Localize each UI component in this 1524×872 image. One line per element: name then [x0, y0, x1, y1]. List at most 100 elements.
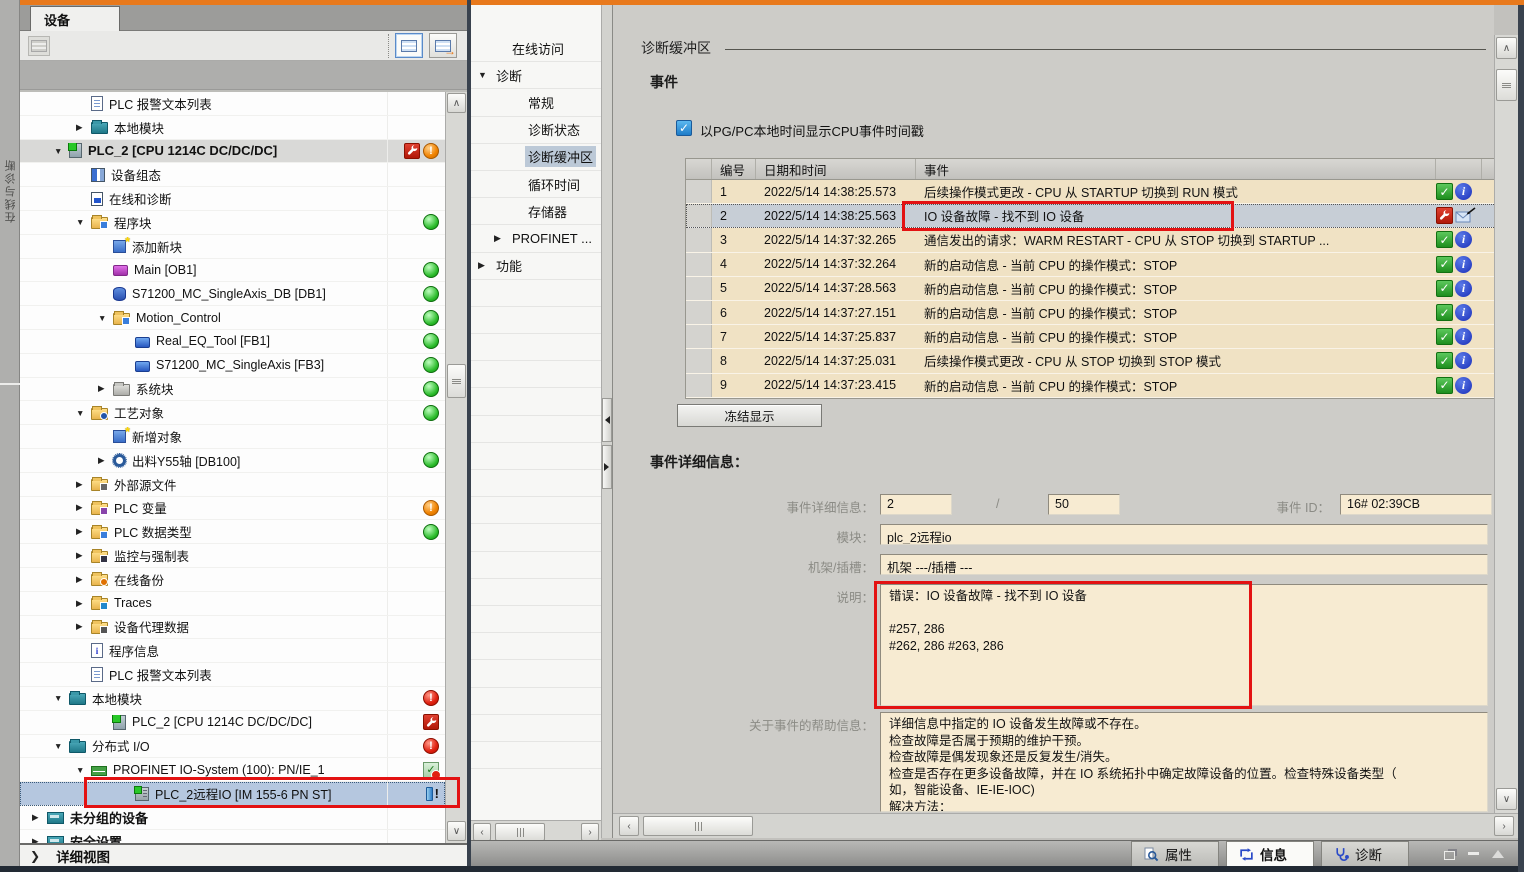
- online-diagnostics-vertical-tab[interactable]: 在线与诊断: [3, 158, 19, 223]
- scroll-up-icon[interactable]: ∧: [1496, 37, 1517, 59]
- chevron-expanded-icon[interactable]: ▼: [76, 408, 91, 418]
- tree-item[interactable]: ▼本地模块!: [20, 687, 445, 711]
- scroll-down-icon[interactable]: ∨: [447, 821, 466, 841]
- tree-item[interactable]: 设备组态: [20, 163, 445, 187]
- tree-item[interactable]: Real_EQ_Tool [FB1]: [20, 330, 445, 354]
- restore-window-icon[interactable]: [1444, 851, 1455, 860]
- tree-item[interactable]: ▶本地模块: [20, 116, 445, 140]
- tree-item[interactable]: PLC_2 [CPU 1214C DC/DC/DC]: [20, 711, 445, 735]
- scroll-down-icon[interactable]: ∨: [1496, 788, 1517, 810]
- nav-item[interactable]: 常规: [471, 89, 601, 116]
- chevron-collapsed-icon[interactable]: ▶: [76, 479, 91, 490]
- event-info-icon[interactable]: i: [1455, 256, 1472, 273]
- row-handle[interactable]: [686, 374, 712, 397]
- tree-item[interactable]: 在线和诊断: [20, 187, 445, 211]
- chevron-collapsed-icon[interactable]: ▶: [76, 526, 91, 537]
- event-row[interactable]: 52022/5/14 14:37:28.563新的启动信息 - 当前 CPU 的…: [686, 277, 1502, 301]
- event-help-field[interactable]: 详细信息中指定的 IO 设备发生故障或不存在。检查故障是否属于预期的维护干预。检…: [880, 712, 1488, 812]
- tab-diagnostics[interactable]: 诊断: [1321, 841, 1409, 866]
- scroll-left-icon[interactable]: ‹: [619, 816, 639, 836]
- tree-scrollbar[interactable]: ∧ ∨: [445, 92, 467, 843]
- tree-item[interactable]: i程序信息: [20, 639, 445, 663]
- chevron-expanded-icon[interactable]: ▼: [54, 146, 69, 156]
- chevron-expanded-icon[interactable]: ▼: [478, 70, 493, 80]
- event-info-icon[interactable]: i: [1455, 377, 1472, 394]
- tree-item[interactable]: S71200_MC_SingleAxis_DB [DB1]: [20, 282, 445, 306]
- row-handle[interactable]: [686, 277, 712, 300]
- row-handle[interactable]: [686, 301, 712, 324]
- nav-item[interactable]: 诊断状态: [471, 117, 601, 144]
- chevron-collapsed-icon[interactable]: ▶: [32, 812, 47, 823]
- column-header-no[interactable]: 编号: [712, 159, 756, 179]
- tree-item[interactable]: ▶系统块: [20, 378, 445, 402]
- tree-item[interactable]: ▼程序块: [20, 211, 445, 235]
- chevron-expanded-icon[interactable]: ▼: [54, 693, 69, 703]
- tree-item[interactable]: ▶未分组的设备: [20, 806, 445, 830]
- tree-item[interactable]: 新增对象: [20, 425, 445, 449]
- event-row[interactable]: 42022/5/14 14:37:32.264新的启动信息 - 当前 CPU 的…: [686, 253, 1502, 277]
- tree-item[interactable]: ▼工艺对象: [20, 401, 445, 425]
- chevron-right-icon[interactable]: ❯: [30, 849, 40, 863]
- collapse-panel-icon[interactable]: [1492, 850, 1504, 858]
- nav-item[interactable]: ▼诊断: [471, 62, 601, 89]
- nav-item[interactable]: ▶PROFINET ...: [471, 225, 601, 252]
- scroll-right-icon[interactable]: ›: [581, 823, 599, 841]
- tree-item[interactable]: ▶设备代理数据: [20, 616, 445, 640]
- event-info-icon[interactable]: i: [1455, 183, 1472, 200]
- row-handle[interactable]: [686, 228, 712, 251]
- chevron-collapsed-icon[interactable]: ▶: [478, 260, 493, 271]
- main-vscrollbar[interactable]: ∧ ∨: [1494, 35, 1518, 813]
- row-handle[interactable]: [686, 180, 712, 203]
- pane-splitter[interactable]: [601, 5, 613, 838]
- chevron-collapsed-icon[interactable]: ▶: [98, 455, 113, 466]
- scroll-left-icon[interactable]: ‹: [473, 823, 491, 841]
- tree-item[interactable]: ▼PROFINET IO-System (100): PN/IE_1✓: [20, 758, 445, 782]
- chevron-collapsed-icon[interactable]: ▶: [32, 836, 47, 843]
- nav-item[interactable]: 诊断缓冲区: [471, 144, 601, 171]
- tree-item[interactable]: ▶PLC 数据类型: [20, 520, 445, 544]
- row-handle[interactable]: [686, 325, 712, 348]
- details-view-bar[interactable]: ❯ 详细视图: [20, 843, 467, 866]
- column-header-event[interactable]: 事件: [916, 159, 1436, 179]
- chevron-expanded-icon[interactable]: ▼: [76, 217, 91, 227]
- main-vscrollbar-thumb[interactable]: [1496, 69, 1517, 101]
- row-handle[interactable]: [686, 253, 712, 276]
- row-handle[interactable]: [686, 204, 712, 227]
- freeze-display-button[interactable]: 冻结显示: [677, 404, 822, 427]
- event-id-field[interactable]: 16# 02:39CB: [1340, 494, 1492, 515]
- tree-item[interactable]: ▶外部源文件: [20, 473, 445, 497]
- chevron-collapsed-icon[interactable]: ▶: [76, 574, 91, 585]
- chevron-collapsed-icon[interactable]: ▶: [76, 621, 91, 632]
- chevron-expanded-icon[interactable]: ▼: [54, 741, 69, 751]
- tree-item[interactable]: ▶PLC 变量!: [20, 497, 445, 521]
- event-row[interactable]: 32022/5/14 14:37:32.265通信发出的请求：WARM REST…: [686, 228, 1502, 252]
- chevron-collapsed-icon[interactable]: ▶: [494, 233, 509, 244]
- event-row[interactable]: 12022/5/14 14:38:25.573后续操作模式更改 - CPU 从 …: [686, 180, 1502, 204]
- tree-item[interactable]: 添加新块: [20, 235, 445, 259]
- event-total-field[interactable]: 50: [1048, 494, 1120, 515]
- nav-hscrollbar-thumb[interactable]: [495, 823, 545, 841]
- tree-item[interactable]: Main [OB1]: [20, 259, 445, 283]
- event-row[interactable]: 92022/5/14 14:37:23.415新的启动信息 - 当前 CPU 的…: [686, 374, 1502, 398]
- tab-properties[interactable]: 属性: [1131, 841, 1219, 866]
- chevron-collapsed-icon[interactable]: ▶: [76, 122, 91, 133]
- event-info-icon[interactable]: i: [1455, 304, 1472, 321]
- tree-item[interactable]: ▶Traces: [20, 592, 445, 616]
- nav-item[interactable]: 存储器: [471, 198, 601, 225]
- chevron-collapsed-icon[interactable]: ▶: [76, 598, 91, 609]
- chevron-expanded-icon[interactable]: ▼: [76, 765, 91, 775]
- tab-devices[interactable]: 设备: [30, 6, 120, 31]
- main-hscrollbar-thumb[interactable]: [643, 816, 753, 836]
- tree-item[interactable]: ▶监控与强制表: [20, 544, 445, 568]
- event-info-icon[interactable]: i: [1455, 231, 1472, 248]
- tree-item[interactable]: ▶出料Y55轴 [DB100]: [20, 449, 445, 473]
- nav-item[interactable]: 在线访问: [471, 35, 601, 62]
- event-number-field[interactable]: 2: [880, 494, 952, 515]
- table-export-button[interactable]: →: [429, 33, 457, 58]
- chevron-collapsed-icon[interactable]: ▶: [76, 550, 91, 561]
- pg-pc-timestamp-checkbox[interactable]: ✓: [676, 120, 692, 136]
- chevron-collapsed-icon[interactable]: ▶: [98, 383, 113, 394]
- tree-item[interactable]: PLC_2远程IO [IM 155-6 PN ST]!: [20, 782, 445, 806]
- row-handle[interactable]: [686, 349, 712, 372]
- rack-slot-field[interactable]: 机架 ---/插槽 ---: [880, 554, 1488, 575]
